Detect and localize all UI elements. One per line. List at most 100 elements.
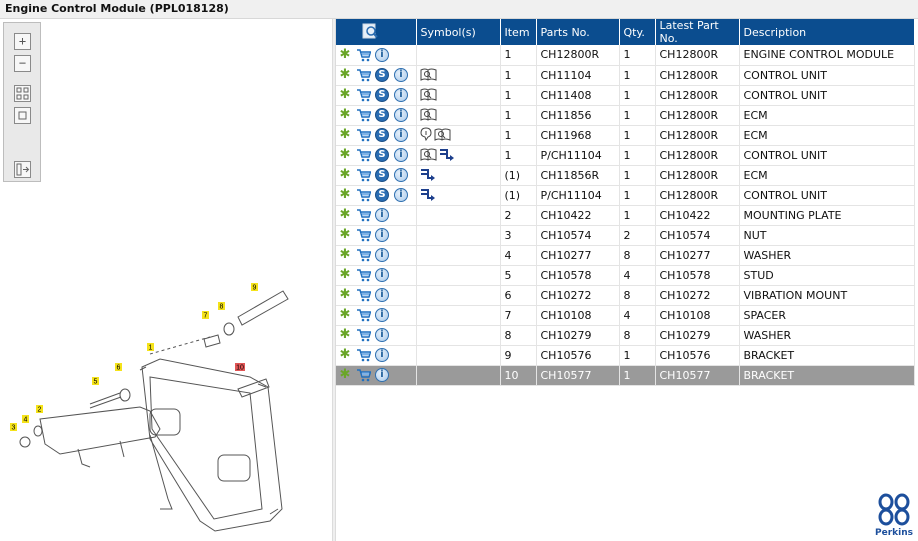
info-icon[interactable]: i	[375, 368, 389, 382]
cart-icon[interactable]	[356, 208, 371, 222]
book-note-icon[interactable]	[420, 67, 437, 84]
table-row[interactable]: ✱ i 9 CH10576 1 CH10576 BRACKET	[336, 345, 915, 366]
supersede-arrow-icon[interactable]	[420, 187, 437, 204]
book-note-icon[interactable]	[434, 127, 451, 144]
cart-icon[interactable]	[356, 228, 371, 242]
table-row[interactable]: ✱ Si 1 CH11104 1 CH12800R CONTROL UNIT	[336, 65, 915, 86]
diagram-pane[interactable]: + − 1 2 3 4 5 6 7 8 9 10	[0, 19, 332, 541]
callout-8[interactable]: 8	[218, 302, 225, 311]
gear-icon[interactable]: ✱	[339, 208, 351, 222]
gear-icon[interactable]: ✱	[339, 328, 351, 342]
callout-9[interactable]: 9	[251, 283, 258, 292]
cart-icon[interactable]	[356, 168, 371, 182]
gear-icon[interactable]: ✱	[339, 108, 351, 122]
gear-icon[interactable]: ✱	[339, 368, 351, 382]
supersession-s-icon[interactable]: S	[375, 188, 389, 202]
supersession-s-icon[interactable]: S	[375, 168, 389, 182]
cart-icon[interactable]	[356, 368, 371, 382]
cart-icon[interactable]	[356, 128, 371, 142]
cart-icon[interactable]	[356, 88, 371, 102]
cart-icon[interactable]	[356, 328, 371, 342]
info-icon[interactable]: i	[375, 308, 389, 322]
gear-icon[interactable]: ✱	[339, 228, 351, 242]
callout-7[interactable]: 7	[202, 311, 209, 320]
cart-icon[interactable]	[356, 148, 371, 162]
table-row[interactable]: ✱ Si 1 CH11968 1 CH12800R ECM	[336, 125, 915, 146]
callout-4[interactable]: 4	[22, 415, 29, 424]
table-row[interactable]: ✱ i 4 CH10277 8 CH10277 WASHER	[336, 245, 915, 266]
column-header-qty[interactable]: Qty.	[619, 19, 656, 45]
column-header-symbols[interactable]: Symbol(s)	[416, 19, 501, 45]
column-header-item[interactable]: Item	[500, 19, 537, 45]
supersession-s-icon[interactable]: S	[375, 128, 389, 142]
show-hotspots-button[interactable]	[14, 161, 31, 178]
info-icon[interactable]: i	[375, 268, 389, 282]
search-parts-icon[interactable]	[362, 23, 378, 39]
cart-icon[interactable]	[356, 68, 371, 82]
gear-icon[interactable]: ✱	[339, 308, 351, 322]
cart-icon[interactable]	[356, 288, 371, 302]
callout-3[interactable]: 3	[10, 423, 17, 432]
table-row[interactable]: ✱ i 2 CH10422 1 CH10422 MOUNTING PLATE	[336, 205, 915, 226]
info-icon[interactable]: i	[375, 288, 389, 302]
gear-icon[interactable]: ✱	[339, 348, 351, 362]
exploded-diagram[interactable]: 1 2 3 4 5 6 7 8 9 10	[0, 259, 300, 539]
zoom-in-button[interactable]: +	[14, 33, 31, 50]
cart-icon[interactable]	[356, 308, 371, 322]
supersede-arrow-icon[interactable]	[439, 147, 456, 164]
callout-5[interactable]: 5	[92, 377, 99, 386]
info-icon[interactable]: i	[394, 168, 408, 182]
table-row[interactable]: ✱ i 1 CH12800R 1 CH12800R ENGINE CONTROL MODUL…	[336, 45, 915, 66]
column-header-latest-part-no[interactable]: Latest Part No.	[655, 19, 740, 45]
tip-balloon-icon[interactable]	[419, 126, 432, 144]
cart-icon[interactable]	[356, 248, 371, 262]
callout-1[interactable]: 1	[147, 343, 154, 352]
gear-icon[interactable]: ✱	[339, 188, 351, 202]
gear-icon[interactable]: ✱	[339, 68, 351, 82]
cart-icon[interactable]	[356, 268, 371, 282]
info-icon[interactable]: i	[394, 128, 408, 142]
table-row[interactable]: ✱ Si (1) CH11856R 1 CH12800R ECM	[336, 165, 915, 186]
supersession-s-icon[interactable]: S	[375, 88, 389, 102]
info-icon[interactable]: i	[394, 68, 408, 82]
column-header-part-no[interactable]: Parts No.	[536, 19, 620, 45]
info-icon[interactable]: i	[394, 108, 408, 122]
callout-10[interactable]: 10	[235, 363, 245, 372]
gear-icon[interactable]: ✱	[339, 248, 351, 262]
supersession-s-icon[interactable]: S	[375, 148, 389, 162]
info-icon[interactable]: i	[394, 148, 408, 162]
gear-icon[interactable]: ✱	[339, 128, 351, 142]
callout-2[interactable]: 2	[36, 405, 43, 414]
gear-icon[interactable]: ✱	[339, 47, 351, 62]
info-icon[interactable]: i	[375, 348, 389, 362]
fit-all-button[interactable]	[14, 85, 31, 102]
info-icon[interactable]: i	[375, 228, 389, 242]
callout-6[interactable]: 6	[115, 363, 122, 372]
cart-icon[interactable]	[356, 108, 371, 122]
table-row[interactable]: ✱ i 10 CH10577 1 CH10577 BRACKET	[336, 365, 915, 386]
table-row[interactable]: ✱ Si 1 CH11856 1 CH12800R ECM	[336, 105, 915, 126]
gear-icon[interactable]: ✱	[339, 268, 351, 282]
info-icon[interactable]: i	[375, 208, 389, 222]
info-icon[interactable]: i	[375, 248, 389, 262]
info-icon[interactable]: i	[394, 188, 408, 202]
table-row[interactable]: ✱ Si 1 P/CH11104 1 CH12800R CONTROL UNIT	[336, 145, 915, 166]
gear-icon[interactable]: ✱	[339, 148, 351, 162]
column-header-actions[interactable]	[336, 19, 417, 45]
supersession-s-icon[interactable]: S	[375, 68, 389, 82]
table-row[interactable]: ✱ i 7 CH10108 4 CH10108 SPACER	[336, 305, 915, 326]
gear-icon[interactable]: ✱	[339, 168, 351, 182]
table-row[interactable]: ✱ Si (1) P/CH11104 1 CH12800R CONTROL UNIT	[336, 185, 915, 206]
fit-window-button[interactable]	[14, 107, 31, 124]
book-note-icon[interactable]	[420, 87, 437, 104]
info-icon[interactable]: i	[394, 88, 408, 102]
gear-icon[interactable]: ✱	[339, 288, 351, 302]
table-row[interactable]: ✱ i 6 CH10272 8 CH10272 VIBRATION MOUNT	[336, 285, 915, 306]
book-note-icon[interactable]	[420, 107, 437, 124]
supersede-arrow-icon[interactable]	[420, 167, 437, 184]
cart-icon[interactable]	[356, 188, 371, 202]
book-note-icon[interactable]	[420, 147, 437, 164]
column-header-description[interactable]: Description	[739, 19, 915, 45]
table-row[interactable]: ✱ i 3 CH10574 2 CH10574 NUT	[336, 225, 915, 246]
table-row[interactable]: ✱ Si 1 CH11408 1 CH12800R CONTROL UNIT	[336, 85, 915, 106]
